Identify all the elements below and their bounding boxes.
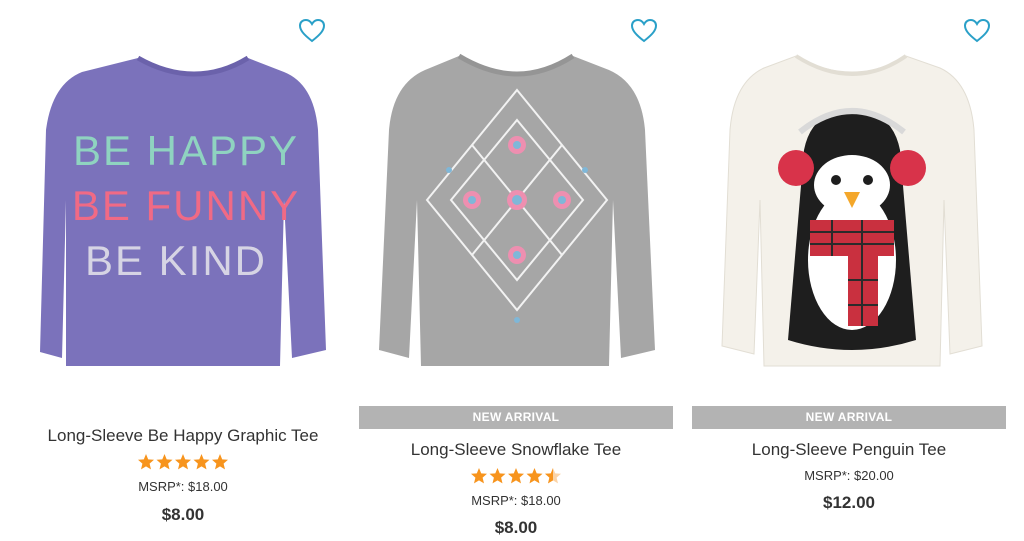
product-name[interactable]: Long-Sleeve Be Happy Graphic Tee: [26, 426, 340, 446]
graphic-line-1: BE HAPPY: [73, 127, 299, 174]
heart-icon[interactable]: [298, 18, 326, 44]
msrp-price: MSRP*: $18.00: [471, 493, 561, 508]
star-rating: [26, 453, 340, 476]
new-arrival-badge: NEW ARRIVAL: [692, 406, 1006, 429]
product-image-snowflake-tee[interactable]: [359, 50, 673, 380]
product-image-penguin-tee[interactable]: [692, 50, 1006, 380]
product-card[interactable]: NEW ARRIVAL Long-Sleeve Penguin Tee MSRP…: [692, 0, 1024, 541]
product-name[interactable]: Long-Sleeve Penguin Tee: [692, 440, 1006, 460]
heart-icon[interactable]: [963, 18, 991, 44]
heart-icon[interactable]: [630, 18, 658, 44]
product-card[interactable]: NEW ARRIVAL Long-Sleeve Snowflake Tee MS…: [359, 0, 692, 541]
product-image-be-happy-tee[interactable]: BE HAPPY BE FUNNY BE KIND: [26, 50, 340, 380]
sale-price: $8.00: [494, 518, 538, 537]
new-arrival-badge: NEW ARRIVAL: [359, 406, 673, 429]
product-card[interactable]: BE HAPPY BE FUNNY BE KIND Long-Sleeve Be…: [26, 0, 359, 541]
graphic-line-3: BE KIND: [85, 237, 267, 284]
sale-price: $8.00: [161, 505, 205, 524]
star-rating: [359, 467, 673, 490]
msrp-price: MSRP*: $20.00: [804, 468, 894, 483]
product-name[interactable]: Long-Sleeve Snowflake Tee: [359, 440, 673, 460]
msrp-price: MSRP*: $18.00: [138, 479, 228, 494]
sale-price: $12.00: [823, 493, 875, 512]
graphic-line-2: BE FUNNY: [72, 182, 300, 229]
